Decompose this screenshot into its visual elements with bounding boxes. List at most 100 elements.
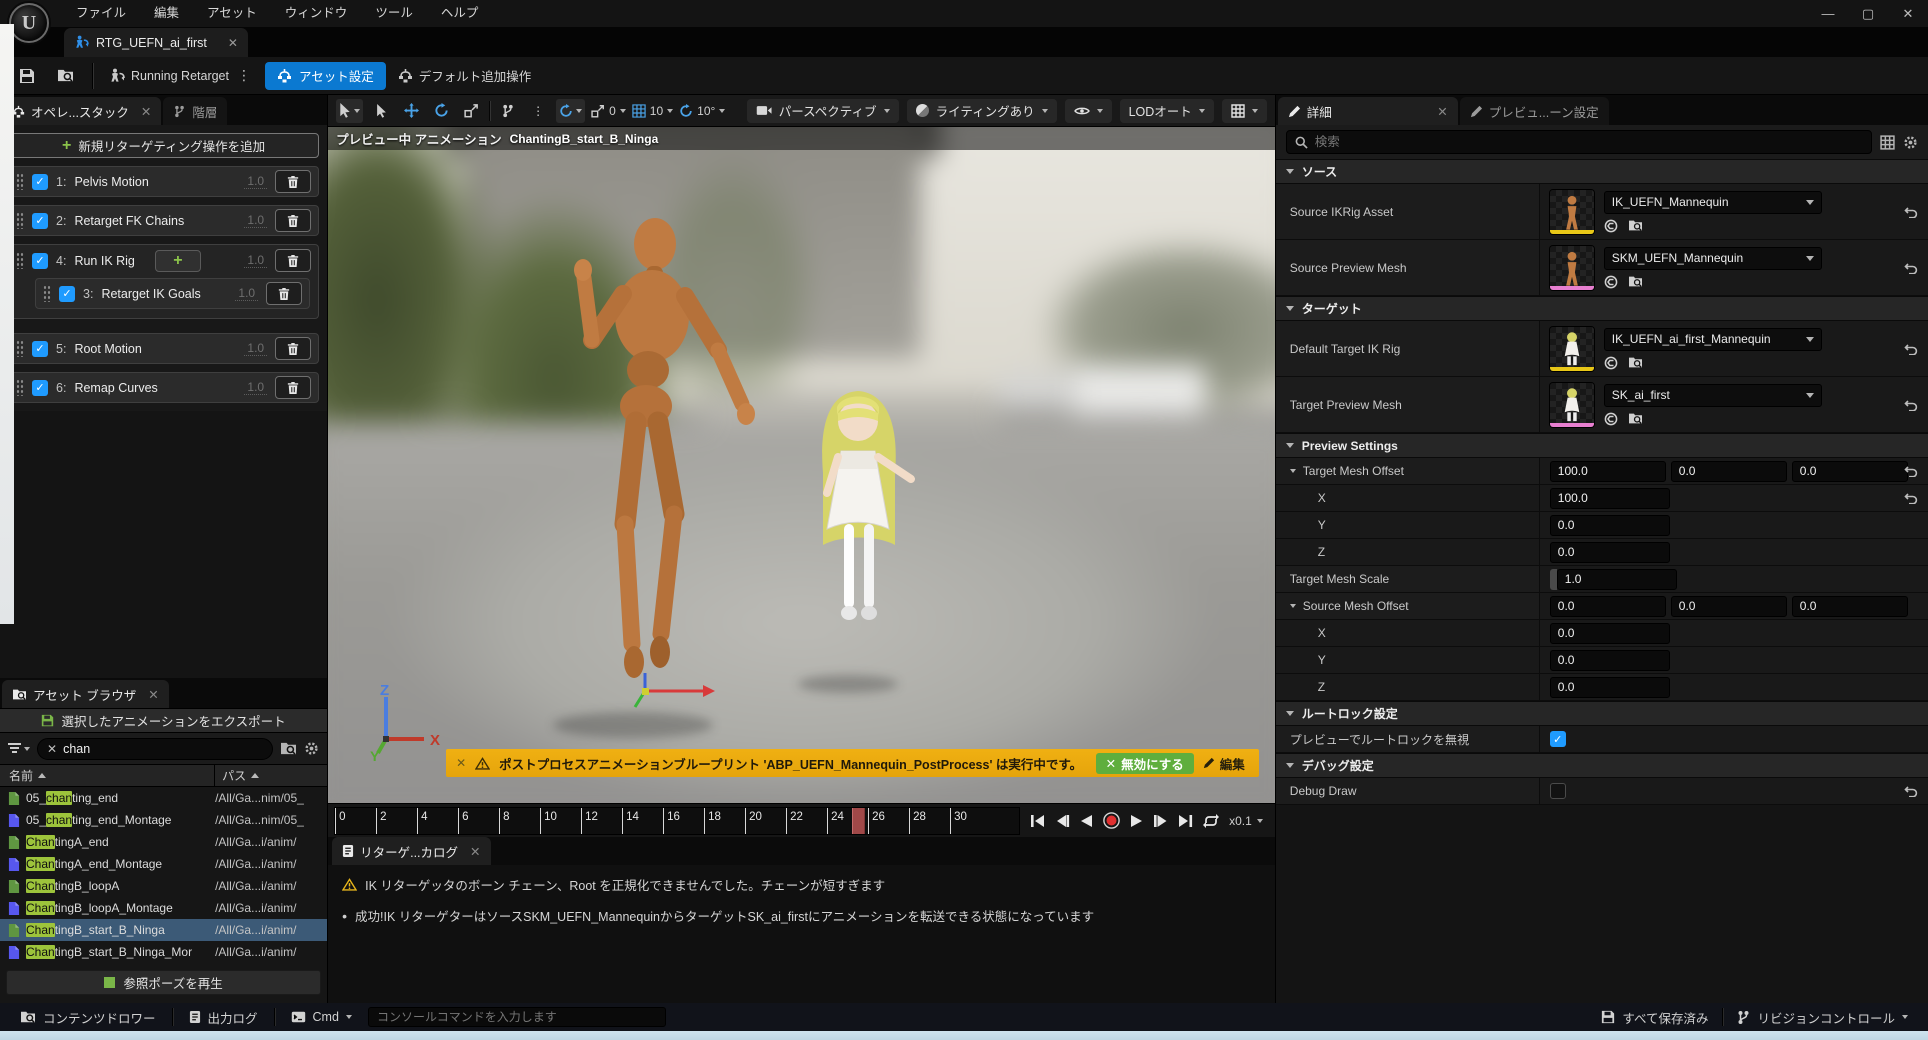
y-input[interactable]	[1550, 515, 1670, 536]
x-input[interactable]	[1550, 488, 1670, 509]
op-row-root-motion[interactable]: ✓ 5: Root Motion 1.0	[8, 333, 319, 364]
op-row-pelvis-motion[interactable]: ✓ 1: Pelvis Motion 1.0	[8, 166, 319, 197]
output-log-button[interactable]: 出力ログ	[179, 1003, 268, 1031]
camera-mode-dropdown[interactable]: パースペクティブ	[747, 99, 899, 123]
target-offset-z-input[interactable]	[1792, 461, 1908, 482]
tab-retarget-log[interactable]: リターゲ...カログ ✕	[332, 837, 490, 865]
target-mesh-dropdown[interactable]: SK_ai_first	[1604, 384, 1822, 407]
view-mode-dropdown[interactable]: ライティングあり	[907, 99, 1057, 123]
pivot-button[interactable]	[496, 99, 520, 123]
playback-speed-dropdown[interactable]: x0.1	[1229, 814, 1269, 828]
save-button[interactable]	[12, 62, 42, 90]
content-drawer-button[interactable]: コンテンツドロワー	[10, 1003, 166, 1031]
menu-asset[interactable]: アセット	[193, 0, 271, 27]
rotate-tool-button[interactable]	[429, 99, 453, 123]
timeline-ruler[interactable]: 024681012141618202224262830	[334, 807, 1020, 835]
reset-to-default-icon[interactable]	[1904, 206, 1918, 218]
delete-op-button[interactable]	[266, 282, 302, 305]
tab-close-icon[interactable]: ✕	[470, 844, 480, 859]
console-command-input[interactable]	[368, 1007, 666, 1027]
section-root-lock[interactable]: ルートロック設定	[1276, 701, 1928, 726]
asset-row[interactable]: ChantingA_end /All/Ga...i/anim/	[0, 831, 327, 853]
export-animations-button[interactable]: 選択したアニメーションをエクスポート	[0, 708, 327, 733]
step-forward-button[interactable]	[1153, 814, 1168, 828]
debug-draw-checkbox[interactable]: ✓	[1550, 783, 1566, 799]
viewport-3d-scene[interactable]: Z X Y プレビュー中 アニメーション ChantingB_start_B_N…	[328, 127, 1275, 803]
drag-handle-icon[interactable]	[16, 340, 24, 357]
reset-to-default-icon[interactable]	[1904, 785, 1918, 797]
use-selected-icon[interactable]	[1604, 219, 1618, 233]
tab-close-icon[interactable]: ✕	[228, 36, 238, 50]
op-weight-field[interactable]: 1.0	[244, 213, 267, 228]
z-input[interactable]	[1550, 542, 1670, 563]
select-tool-button[interactable]	[369, 99, 393, 123]
op-enabled-checkbox[interactable]: ✓	[32, 341, 48, 357]
maximize-button[interactable]: ▢	[1848, 0, 1888, 27]
coordinate-space-button[interactable]	[556, 99, 585, 123]
asset-row[interactable]: ChantingA_end_Montage /All/Ga...i/anim/	[0, 853, 327, 875]
op-row-retarget-ik-goals[interactable]: ✓ 3: Retarget IK Goals 1.0	[35, 278, 310, 309]
drag-handle-icon[interactable]	[43, 285, 51, 302]
asset-row[interactable]: ChantingB_loopA_Montage /All/Ga...i/anim…	[0, 897, 327, 919]
edit-postprocess-button[interactable]: 編集	[1203, 754, 1249, 773]
menu-tools[interactable]: ツール	[361, 0, 427, 27]
target-offset-x-input[interactable]	[1550, 461, 1666, 482]
step-back-button[interactable]	[1055, 814, 1070, 828]
asset-thumbnail[interactable]	[1550, 327, 1594, 371]
revision-control-button[interactable]: リビジョンコントロール	[1727, 1008, 1918, 1027]
go-to-end-button[interactable]	[1178, 814, 1193, 828]
op-enabled-checkbox[interactable]: ✓	[32, 213, 48, 229]
menu-help[interactable]: ヘルプ	[427, 0, 493, 27]
more-options-icon[interactable]: ⋮	[235, 67, 253, 84]
reset-to-default-icon[interactable]	[1904, 343, 1918, 355]
dismiss-warning-icon[interactable]: ✕	[456, 756, 466, 770]
tab-preview-scene-settings[interactable]: プレビュ...ーン設定	[1460, 97, 1609, 125]
details-search-field[interactable]	[1315, 135, 1863, 149]
gear-icon[interactable]	[304, 741, 319, 756]
lod-dropdown[interactable]: LODオート	[1120, 99, 1214, 123]
play-reference-pose-button[interactable]: 参照ポーズを再生	[6, 970, 321, 995]
tab-asset-browser[interactable]: アセット ブラウザ ✕	[2, 680, 169, 708]
asset-row-selected[interactable]: ChantingB_start_B_Ninga /All/Ga...i/anim…	[0, 919, 327, 941]
ignore-root-lock-checkbox[interactable]: ✓	[1550, 731, 1566, 747]
column-name[interactable]: 名前	[0, 765, 215, 786]
browse-to-asset-button[interactable]	[50, 62, 80, 90]
browse-to-asset-icon[interactable]	[1628, 275, 1643, 289]
browse-to-asset-icon[interactable]	[1628, 412, 1643, 426]
delete-op-button[interactable]	[275, 170, 311, 193]
op-row-remap-curves[interactable]: ✓ 6: Remap Curves 1.0	[8, 372, 319, 403]
asset-thumbnail[interactable]	[1550, 383, 1594, 427]
op-weight-field[interactable]: 1.0	[244, 253, 267, 268]
tab-op-stack[interactable]: オペレ...スタック ✕	[2, 97, 161, 125]
go-to-start-button[interactable]	[1030, 814, 1045, 828]
use-selected-icon[interactable]	[1604, 412, 1618, 426]
translate-snap-control[interactable]: 0	[591, 104, 626, 118]
details-search-input[interactable]	[1286, 130, 1872, 154]
transform-gizmo[interactable]	[633, 667, 723, 717]
y-input[interactable]	[1550, 650, 1670, 671]
play-button[interactable]	[1130, 814, 1143, 828]
asset-row[interactable]: 05_chanting_end_Montage /All/Ga...nim/05…	[0, 809, 327, 831]
op-enabled-checkbox[interactable]: ✓	[32, 253, 48, 269]
display-options-icon[interactable]	[1880, 135, 1895, 150]
target-girl-character[interactable]	[783, 377, 933, 677]
expand-icon[interactable]	[1290, 604, 1296, 608]
tab-details[interactable]: 詳細 ✕	[1278, 97, 1458, 125]
drag-handle-icon[interactable]	[16, 212, 24, 229]
source-mesh-dropdown[interactable]: SKM_UEFN_Mannequin	[1604, 247, 1822, 270]
op-weight-field[interactable]: 1.0	[244, 380, 267, 395]
rotation-snap-control[interactable]: 10°	[679, 104, 725, 118]
grid-snap-control[interactable]: 10	[632, 104, 673, 118]
asset-search-input[interactable]: ✕	[37, 738, 273, 760]
loop-toggle-button[interactable]	[1203, 814, 1219, 828]
op-enabled-checkbox[interactable]: ✓	[32, 380, 48, 396]
drag-handle-icon[interactable]	[16, 252, 24, 269]
viewport-options-button[interactable]	[336, 99, 363, 123]
unreal-logo-icon[interactable]: U	[9, 3, 49, 43]
source-ikrig-dropdown[interactable]: IK_UEFN_Mannequin	[1604, 191, 1822, 214]
section-preview-settings[interactable]: Preview Settings	[1276, 433, 1928, 458]
reset-to-default-icon[interactable]	[1904, 399, 1918, 411]
section-source[interactable]: ソース	[1276, 159, 1928, 184]
console-command-field[interactable]	[377, 1010, 657, 1024]
gear-icon[interactable]	[1903, 135, 1918, 150]
